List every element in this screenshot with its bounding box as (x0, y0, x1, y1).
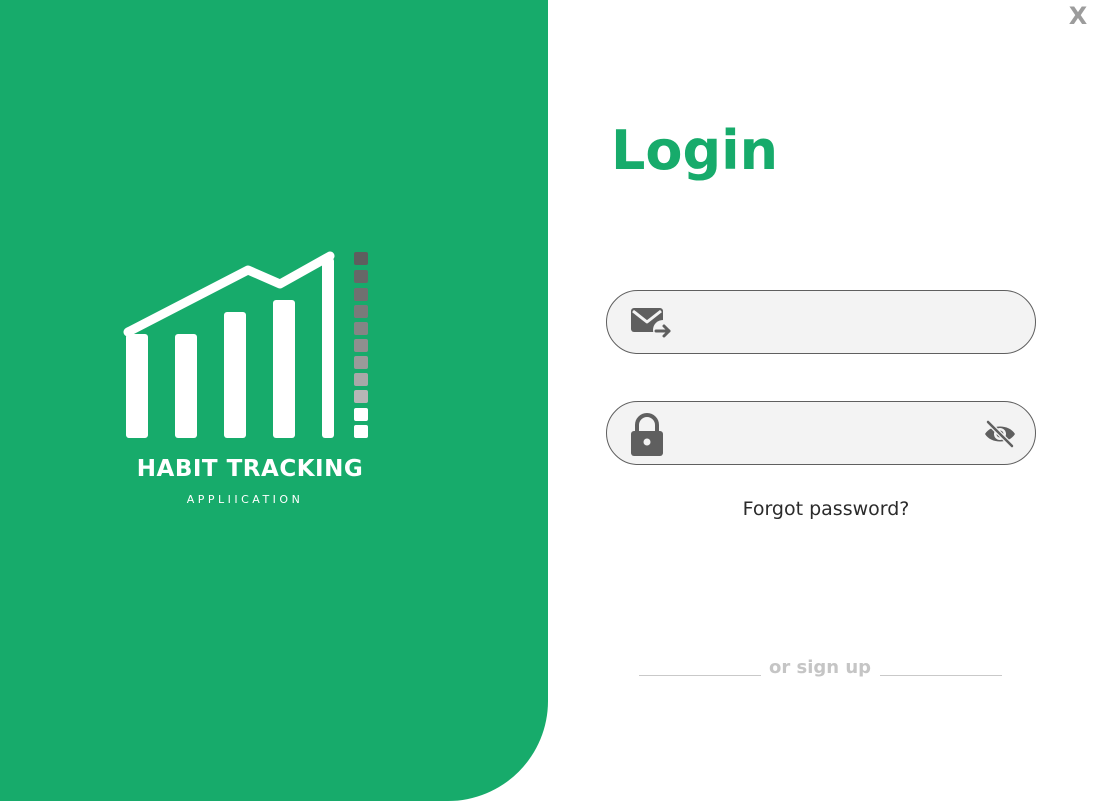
divider-right (880, 675, 1002, 676)
password-input[interactable] (687, 412, 981, 456)
email-input[interactable] (687, 301, 981, 345)
lock-icon (629, 412, 673, 458)
sign-up-link[interactable]: or sign up (762, 655, 878, 681)
panel-curve-decoration (448, 701, 548, 801)
rising-bar-chart-logo-icon (123, 251, 368, 438)
eye-off-icon[interactable] (983, 419, 1017, 449)
login-window: HABIT TRACKING APPLIICATION X Login Forg… (0, 0, 1096, 801)
close-button[interactable]: X (1064, 0, 1092, 32)
password-field[interactable] (606, 401, 1036, 465)
mail-forward-icon (629, 305, 673, 341)
forgot-password-link[interactable]: Forgot password? (606, 496, 1046, 522)
brand-panel: HABIT TRACKING APPLIICATION (0, 0, 548, 801)
brand-title: HABIT TRACKING (136, 456, 364, 482)
brand-subtitle: APPLIICATION (186, 493, 304, 506)
app-logo: HABIT TRACKING APPLIICATION (118, 248, 382, 518)
divider-left (639, 675, 761, 676)
page-title: Login (611, 119, 779, 182)
email-field[interactable] (606, 290, 1036, 354)
